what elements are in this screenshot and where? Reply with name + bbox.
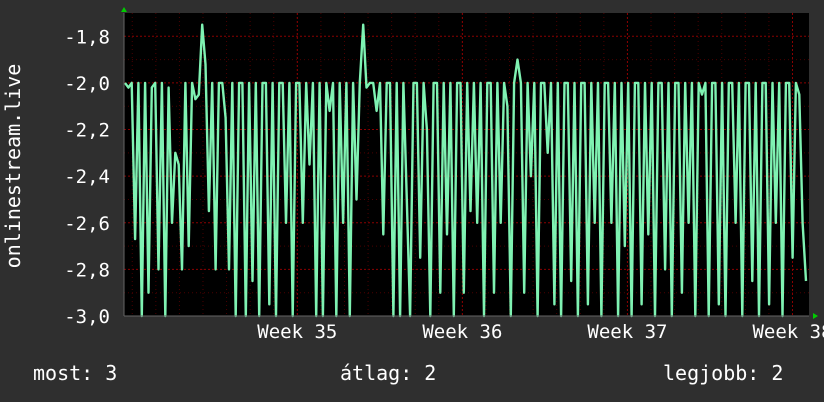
x-axis-arrow [813, 313, 818, 319]
y-tick-label: -2,2 [64, 120, 110, 142]
y-tick-label: -3,0 [64, 306, 110, 328]
legend-best: legjobb: 2 [663, 361, 784, 385]
y-axis-arrow [121, 7, 127, 12]
legend-current: most: 3 [33, 361, 118, 385]
y-tick-label: -2,4 [64, 166, 110, 188]
legend-average: átlag: 2 [340, 361, 437, 385]
x-tick-label: Week 38 [752, 321, 824, 343]
line-chart: -1,8-2,0-2,2-2,4-2,6-2,8-3,0 Week 35 Week… [1, 7, 824, 343]
y-axis-label: onlinestream.live [1, 64, 25, 269]
y-tick-label: -2,8 [64, 259, 110, 281]
x-tick-label: Week 36 [422, 321, 502, 343]
y-tick-label: -2,0 [64, 73, 110, 95]
x-tick-label: Week 35 [257, 321, 337, 343]
x-tick-labels: Week 35 Week 36 Week 37 Week 38 [257, 321, 824, 343]
y-tick-labels: -1,8 -2,0 -2,2 -2,4 -2,6 -2,8 -3,0 [64, 26, 110, 328]
y-tick-label: -1,8 [64, 26, 110, 48]
y-tick-label: -2,6 [64, 213, 110, 235]
x-tick-label: Week 37 [587, 321, 667, 343]
